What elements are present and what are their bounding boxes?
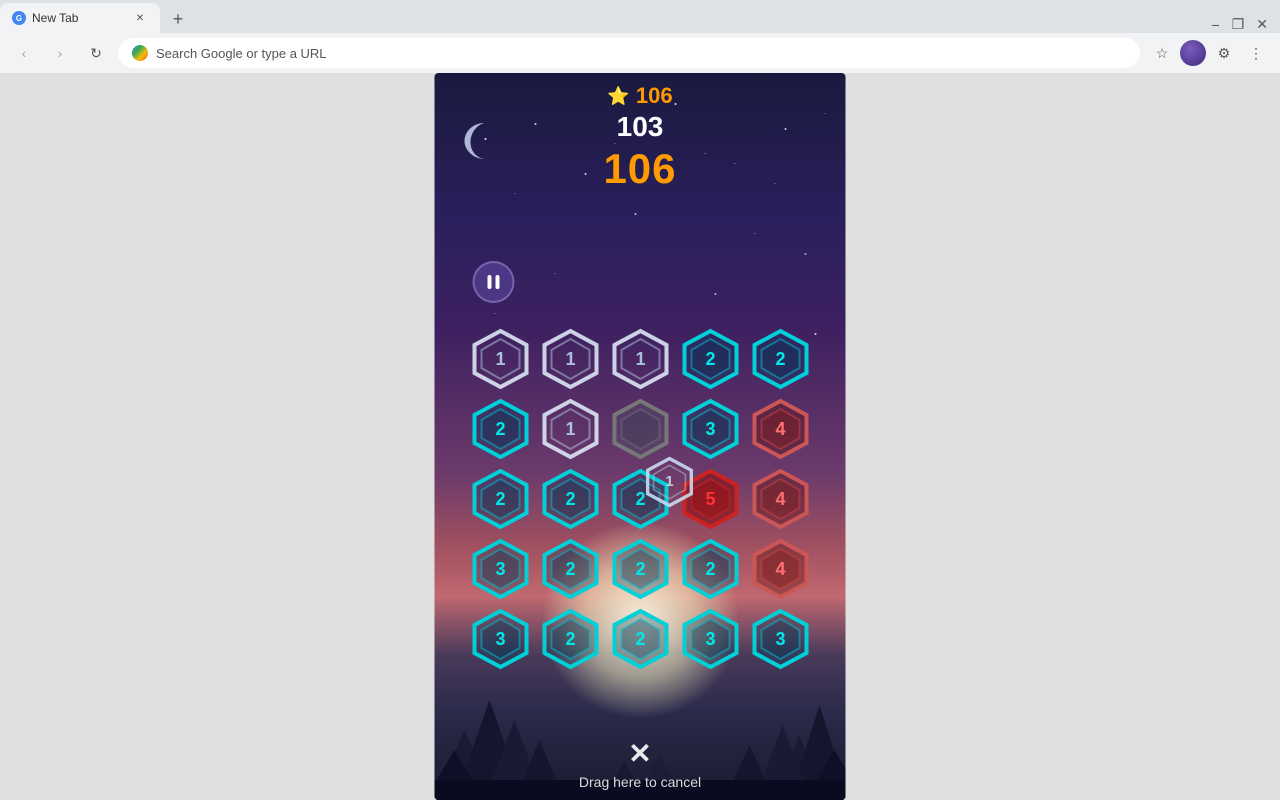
cancel-text: Drag here to cancel — [579, 774, 701, 790]
profile-avatar[interactable] — [1180, 40, 1206, 66]
pause-bar-left — [488, 275, 492, 289]
hex-row-3: 3 2 2 2 4 — [460, 538, 820, 600]
svg-text:1: 1 — [565, 419, 575, 439]
hex-cell-r3-c4[interactable]: 4 — [749, 538, 811, 600]
hex-cell-r3-c2[interactable]: 2 — [609, 538, 671, 600]
pause-button[interactable] — [473, 261, 515, 303]
svg-text:5: 5 — [705, 489, 715, 509]
svg-text:2: 2 — [635, 629, 645, 649]
svg-text:1: 1 — [635, 349, 645, 369]
pause-bar-right — [496, 275, 500, 289]
address-input[interactable]: Search Google or type a URL — [118, 38, 1140, 68]
hex-cell-r4-c0[interactable]: 3 — [469, 608, 531, 670]
top-score-row: ⭐ 106 — [607, 83, 672, 109]
cancel-area[interactable]: ✕ Drag here to cancel — [579, 737, 701, 790]
svg-text:2: 2 — [565, 559, 575, 579]
current-score-big: 106 — [603, 145, 676, 193]
bookmark-button[interactable]: ☆ — [1148, 39, 1176, 67]
hex-row-2: 2 2 2 5 4 — [460, 468, 820, 530]
toolbar-icons: ☆ ⚙ ⋮ — [1148, 39, 1270, 67]
svg-text:3: 3 — [775, 629, 785, 649]
trophy-star-icon: ⭐ — [607, 86, 629, 107]
svg-text:1: 1 — [495, 349, 505, 369]
hex-cell-r4-c3[interactable]: 3 — [679, 608, 741, 670]
minimize-button[interactable]: − — [1212, 17, 1220, 33]
maximize-button[interactable]: ❐ — [1232, 16, 1245, 33]
new-tab-button[interactable]: + — [164, 5, 192, 33]
svg-text:2: 2 — [495, 419, 505, 439]
svg-text:3: 3 — [495, 559, 505, 579]
hex-cell-r4-c1[interactable]: 2 — [539, 608, 601, 670]
hex-cell-r3-c1[interactable]: 2 — [539, 538, 601, 600]
hex-cell-r1-c4[interactable]: 4 — [749, 398, 811, 460]
hex-cell-r2-c0[interactable]: 2 — [469, 468, 531, 530]
svg-text:1: 1 — [665, 473, 673, 490]
address-text: Search Google or type a URL — [156, 46, 327, 61]
address-bar-row: ‹ › ↻ Search Google or type a URL ☆ ⚙ ⋮ — [0, 33, 1280, 73]
game-container: ⭐ 106 103 106 1 1 1 2 2 — [435, 73, 846, 800]
floating-hex-piece: 1 — [644, 456, 696, 508]
hex-cell-r3-c0[interactable]: 3 — [469, 538, 531, 600]
svg-text:2: 2 — [565, 489, 575, 509]
current-score-label: 103 — [617, 111, 664, 143]
browser-tab[interactable]: G New Tab ✕ — [0, 3, 160, 33]
svg-text:2: 2 — [705, 349, 715, 369]
svg-text:2: 2 — [565, 629, 575, 649]
tab-title: New Tab — [32, 11, 78, 25]
hex-row-1: 2 1 3 4 — [460, 398, 820, 460]
close-button[interactable]: ✕ — [1256, 16, 1268, 33]
page-content: ⭐ 106 103 106 1 1 1 2 2 — [0, 73, 1280, 800]
hex-cell-r1-c0[interactable]: 2 — [469, 398, 531, 460]
hex-cell-r0-c3[interactable]: 2 — [679, 328, 741, 390]
cancel-x-icon: ✕ — [628, 737, 651, 770]
svg-text:2: 2 — [705, 559, 715, 579]
svg-text:2: 2 — [775, 349, 785, 369]
hex-cell-r4-c4[interactable]: 3 — [749, 608, 811, 670]
svg-text:4: 4 — [775, 559, 785, 579]
window-controls: − ❐ ✕ — [1212, 16, 1280, 33]
hex-cell-r0-c4[interactable]: 2 — [749, 328, 811, 390]
hex-cell-r1-c3[interactable]: 3 — [679, 398, 741, 460]
tab-bar: G New Tab ✕ + − ❐ ✕ — [0, 0, 1280, 33]
hex-cell-r4-c2[interactable]: 2 — [609, 608, 671, 670]
google-icon — [132, 45, 148, 61]
svg-text:4: 4 — [775, 419, 785, 439]
svg-text:1: 1 — [565, 349, 575, 369]
svg-text:4: 4 — [775, 489, 785, 509]
hex-cell-r1-c2[interactable] — [609, 398, 671, 460]
svg-text:3: 3 — [495, 629, 505, 649]
hex-cell-r1-c1[interactable]: 1 — [539, 398, 601, 460]
menu-button[interactable]: ⋮ — [1242, 39, 1270, 67]
hex-cell-r2-c4[interactable]: 4 — [749, 468, 811, 530]
pause-icon — [488, 275, 500, 289]
hex-row-4: 3 2 2 3 3 — [460, 608, 820, 670]
tab-close-button[interactable]: ✕ — [132, 10, 148, 26]
browser-chrome: G New Tab ✕ + − ❐ ✕ ‹ › ↻ Search Google … — [0, 0, 1280, 73]
back-button[interactable]: ‹ — [10, 39, 38, 67]
svg-text:3: 3 — [705, 629, 715, 649]
hex-grid: 1 1 1 2 2 2 1 3 4 2 — [460, 328, 820, 678]
forward-button[interactable]: › — [46, 39, 74, 67]
svg-text:2: 2 — [635, 559, 645, 579]
top-score-value: 106 — [636, 83, 673, 109]
hex-cell-r0-c0[interactable]: 1 — [469, 328, 531, 390]
hex-cell-r0-c1[interactable]: 1 — [539, 328, 601, 390]
svg-text:3: 3 — [705, 419, 715, 439]
hex-cell-r2-c1[interactable]: 2 — [539, 468, 601, 530]
reload-button[interactable]: ↻ — [82, 39, 110, 67]
hex-cell-r0-c2[interactable]: 1 — [609, 328, 671, 390]
extensions-button[interactable]: ⚙ — [1210, 39, 1238, 67]
hex-cell-r3-c3[interactable]: 2 — [679, 538, 741, 600]
header-area: ⭐ 106 103 106 — [435, 83, 846, 193]
tab-favicon: G — [12, 11, 26, 25]
hex-row-0: 1 1 1 2 2 — [460, 328, 820, 390]
svg-text:2: 2 — [495, 489, 505, 509]
